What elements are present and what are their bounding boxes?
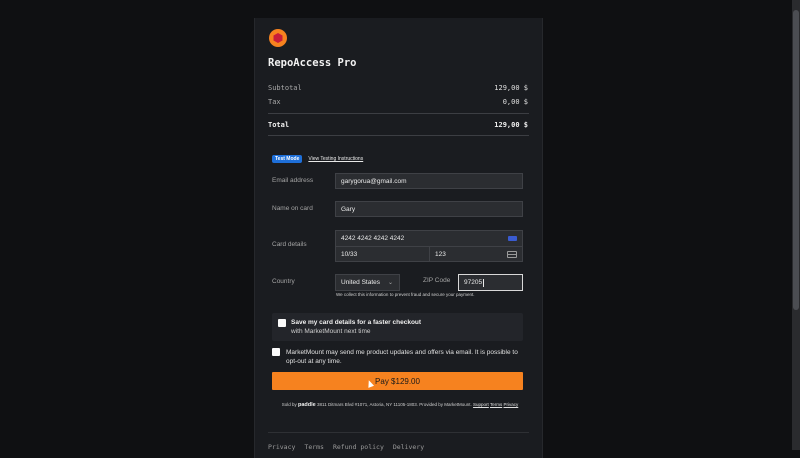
email-label: Email address	[272, 177, 314, 184]
product-title: RepoAccess Pro	[268, 57, 357, 69]
sold-by-prefix: Sold by	[281, 402, 297, 407]
subtotal-value: 129,00 $	[494, 84, 528, 92]
privacy-link[interactable]: Privacy	[504, 402, 519, 407]
cvc-card-icon	[507, 251, 517, 258]
tax-row: Tax 0,00 $	[268, 98, 528, 106]
name-on-card-field[interactable]: Gary	[335, 201, 523, 217]
subtotal-label: Subtotal	[268, 84, 302, 92]
text-caret	[483, 278, 485, 287]
sold-by-info: Sold by paddle 3811 Ditmars Blvd #1071, …	[275, 401, 525, 409]
country-value: United States	[341, 279, 381, 286]
checkout-panel: RepoAccess Pro Subtotal 129,00 $ Tax 0,0…	[254, 18, 543, 458]
chevron-down-icon: ⌄	[387, 280, 393, 286]
tax-label: Tax	[268, 98, 281, 106]
card-number-field[interactable]: 4242 4242 4242 4242	[335, 230, 523, 247]
total-label: Total	[268, 121, 290, 129]
save-card-checkbox[interactable]	[278, 319, 286, 327]
terms-link[interactable]: Terms	[490, 402, 502, 407]
expiry-field[interactable]: 10/33	[335, 246, 430, 262]
scrollbar-thumb[interactable]	[793, 10, 799, 310]
hexagon-logo-icon	[269, 29, 287, 47]
save-card-subtitle: with MarketMount next time	[291, 328, 371, 335]
country-select[interactable]: United States ⌄	[335, 274, 400, 291]
email-field[interactable]: garygorua@gmail.com	[335, 173, 523, 189]
marketing-consent-checkbox[interactable]	[272, 348, 280, 356]
zip-label: ZIP Code	[423, 277, 451, 284]
total-row: Total 129,00 $	[268, 121, 528, 129]
card-brand-icon	[508, 236, 517, 241]
total-value: 129,00 $	[494, 121, 528, 129]
tax-value: 0,00 $	[502, 98, 528, 106]
page-scrollbar[interactable]	[792, 0, 800, 450]
testing-instructions-link[interactable]: View Testing Instructions	[308, 156, 363, 162]
name-label: Name on card	[272, 205, 313, 212]
cvc-value: 123	[435, 250, 446, 258]
subtotal-row: Subtotal 129,00 $	[268, 84, 528, 92]
zip-value: 97205	[464, 279, 483, 286]
save-card-title: Save my card details for a faster checko…	[291, 319, 422, 326]
country-label: Country	[272, 278, 295, 285]
summary-divider	[268, 113, 529, 114]
cvc-field[interactable]: 123	[429, 246, 523, 262]
card-number-value: 4242 4242 4242 4242	[341, 235, 405, 242]
footer-divider	[268, 432, 529, 433]
test-mode-badge: Test Mode	[272, 155, 303, 163]
marketing-consent-text: MarketMount may send me product updates …	[286, 349, 518, 365]
paddle-logo: paddle	[298, 402, 316, 408]
total-divider	[268, 135, 529, 136]
card-details-label: Card details	[272, 241, 307, 248]
pay-button[interactable]: Pay $129.00	[272, 372, 523, 390]
seller-address: 3811 Ditmars Blvd #1071, Astoria, NY 111…	[317, 402, 472, 407]
privacy-note: We collect this information to prevent f…	[336, 292, 475, 297]
test-mode-bar: Test Mode View Testing Instructions	[272, 155, 363, 163]
support-link[interactable]: Support	[473, 402, 489, 407]
save-card-option[interactable]: Save my card details for a faster checko…	[272, 313, 523, 341]
zip-code-field[interactable]: 97205	[458, 274, 523, 291]
